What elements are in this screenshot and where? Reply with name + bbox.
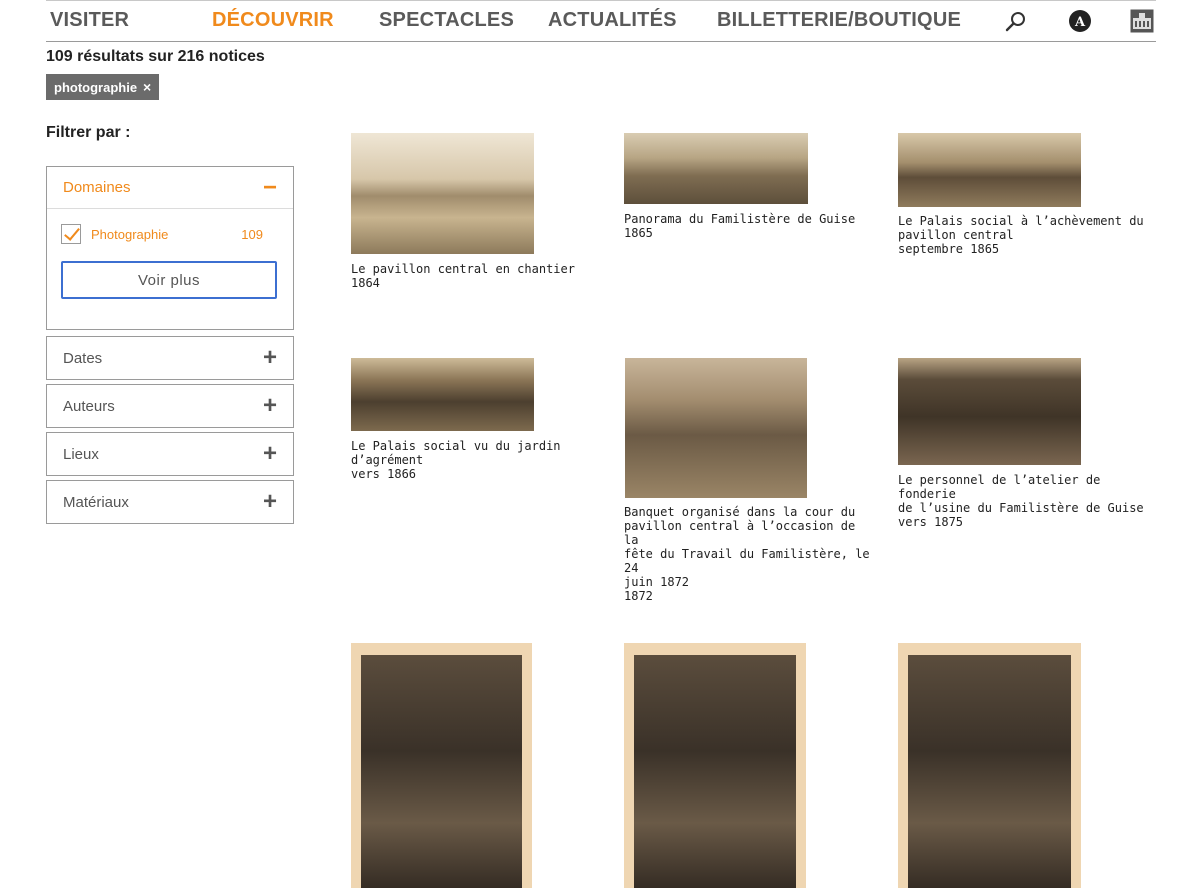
- result-photo[interactable]: [624, 133, 808, 204]
- facet-auteurs-header[interactable]: Auteurs +: [47, 385, 293, 427]
- result-caption[interactable]: Panorama du Familistère de Guise 1865: [624, 212, 864, 240]
- facet-dates: Dates +: [46, 336, 294, 380]
- result-photo[interactable]: [898, 643, 1081, 888]
- facet-dates-label: Dates: [63, 349, 103, 367]
- facet-option-count: 109: [241, 226, 263, 242]
- museum-icon[interactable]: [1130, 9, 1154, 33]
- facet-materiaux: Matériaux +: [46, 480, 294, 524]
- result-caption[interactable]: Le personnel de l’atelier de fonderie de…: [898, 473, 1148, 529]
- facet-materiaux-label: Matériaux: [63, 493, 129, 511]
- expand-icon[interactable]: +: [263, 346, 277, 370]
- svg-text:A: A: [1074, 15, 1086, 30]
- result-photo[interactable]: [624, 643, 806, 888]
- nav-decouvrir[interactable]: DÉCOUVRIR: [212, 9, 334, 32]
- collapse-icon[interactable]: −: [263, 175, 277, 200]
- facet-domaines-body: Photographie 109 Voir plus: [47, 209, 293, 329]
- photo-image: [634, 655, 796, 888]
- result-photo[interactable]: [351, 133, 534, 254]
- expand-icon[interactable]: +: [263, 490, 277, 514]
- result-caption[interactable]: Banquet organisé dans la cour du pavillo…: [624, 505, 874, 603]
- facet-materiaux-header[interactable]: Matériaux +: [47, 481, 293, 523]
- active-filter-label: photographie: [54, 79, 138, 95]
- active-filter-chip[interactable]: photographie ×: [46, 74, 160, 100]
- facet-auteurs-label: Auteurs: [63, 397, 115, 415]
- filter-title: Filtrer par :: [46, 124, 131, 141]
- facet-lieux: Lieux +: [46, 432, 294, 476]
- search-icon[interactable]: [1004, 9, 1028, 33]
- result-photo[interactable]: [625, 358, 807, 498]
- checkbox-checked-icon[interactable]: [61, 224, 81, 244]
- result-photo[interactable]: [351, 358, 534, 431]
- result-caption[interactable]: Le pavillon central en chantier 1864: [351, 262, 581, 290]
- facet-dates-header[interactable]: Dates +: [47, 337, 293, 379]
- accessibility-icon[interactable]: A: [1068, 9, 1092, 33]
- main-navigation: VISITER DÉCOUVRIR SPECTACLES ACTUALITÉS …: [46, 0, 1156, 42]
- facet-option-photographie[interactable]: Photographie 109: [61, 223, 279, 245]
- expand-icon[interactable]: +: [263, 394, 277, 418]
- facet-lieux-header[interactable]: Lieux +: [47, 433, 293, 475]
- result-caption[interactable]: Le Palais social vu du jardin d’agrément…: [351, 439, 581, 481]
- voir-plus-button[interactable]: Voir plus: [61, 261, 277, 299]
- photo-image: [361, 655, 522, 888]
- photo-image: [908, 655, 1071, 888]
- nav-actualites[interactable]: ACTUALITÉS: [548, 9, 677, 32]
- nav-spectacles[interactable]: SPECTACLES: [379, 9, 514, 32]
- facet-domaines-label: Domaines: [63, 179, 131, 196]
- facet-domaines-header[interactable]: Domaines −: [47, 167, 293, 209]
- facet-domaines: Domaines − Photographie 109 Voir plus: [46, 166, 294, 330]
- nav-billetterie-boutique[interactable]: BILLETTERIE/BOUTIQUE: [717, 9, 961, 32]
- result-photo[interactable]: [898, 133, 1081, 207]
- facet-option-label: Photographie: [91, 226, 169, 242]
- expand-icon[interactable]: +: [263, 442, 277, 466]
- result-photo[interactable]: [898, 358, 1081, 465]
- results-count: 109 résultats sur 216 notices: [46, 48, 265, 65]
- facet-auteurs: Auteurs +: [46, 384, 294, 428]
- result-caption[interactable]: Le Palais social à l’achèvement du pavil…: [898, 214, 1148, 256]
- result-photo[interactable]: [351, 643, 532, 888]
- facet-lieux-label: Lieux: [63, 445, 99, 463]
- remove-filter-icon[interactable]: ×: [143, 80, 151, 94]
- nav-visiter[interactable]: VISITER: [50, 9, 129, 32]
